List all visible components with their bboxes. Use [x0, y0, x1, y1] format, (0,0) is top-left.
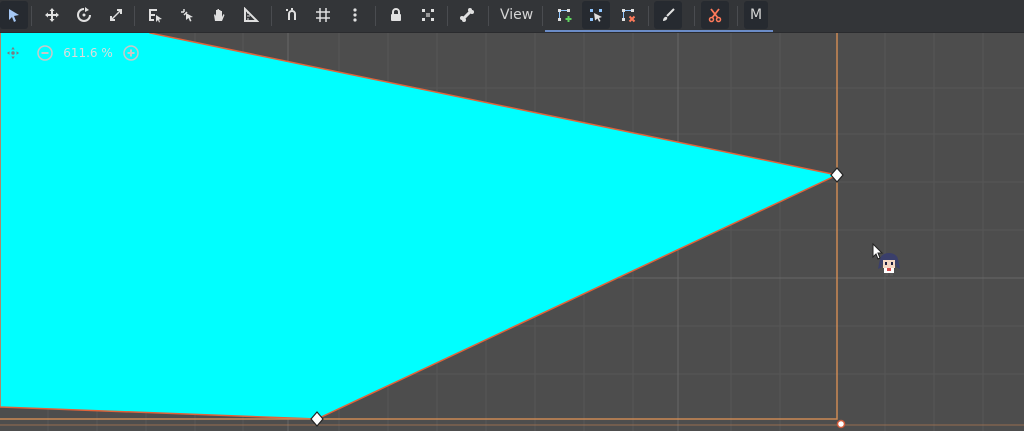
zoom-in-icon: [123, 45, 139, 61]
move-icon: [45, 8, 59, 22]
m-button[interactable]: M: [744, 1, 769, 29]
zoom-level-label[interactable]: 611.6 %: [54, 46, 122, 60]
toolbar-separator: [134, 6, 135, 26]
zoom-out-button[interactable]: [36, 44, 54, 62]
delete-point-icon: [622, 9, 636, 23]
edit-point-icon: [590, 9, 602, 22]
toolbar-separator: [542, 6, 543, 26]
snap-icon: [286, 8, 296, 20]
delete-points-button[interactable]: [614, 1, 642, 29]
cut-button[interactable]: [701, 1, 729, 29]
paint-button[interactable]: [654, 1, 682, 29]
grid-snap-button[interactable]: [309, 1, 337, 29]
editor-toolbar: View M: [0, 0, 1024, 33]
hand-icon: [214, 9, 225, 21]
pan-mode-button[interactable]: [205, 1, 233, 29]
toolbar-separator: [31, 6, 32, 26]
toolbar-accent-underline: [545, 30, 773, 32]
scissors-icon: [708, 8, 722, 23]
toolbar-separator: [648, 6, 649, 26]
group-icon: [422, 9, 434, 21]
toolbar-separator: [375, 6, 376, 26]
canvas-viewport[interactable]: [0, 33, 1024, 431]
center-view-icon: [6, 46, 20, 60]
list-select-button[interactable]: [141, 1, 169, 29]
canvas-drawing[interactable]: [0, 33, 1024, 431]
add-point-icon: [558, 9, 572, 22]
edit-points-button[interactable]: [582, 1, 610, 29]
snap-options-button[interactable]: [341, 1, 369, 29]
scale-mode-button[interactable]: [102, 1, 130, 29]
skeleton-button[interactable]: [453, 1, 481, 29]
more-vertical-icon: [353, 8, 357, 22]
toolbar-separator: [447, 6, 448, 26]
lock-button[interactable]: [382, 1, 410, 29]
center-view-button[interactable]: [4, 44, 22, 62]
collision-polygon[interactable]: [0, 33, 840, 420]
toolbar-separator: [488, 6, 489, 26]
brush-icon: [663, 8, 675, 21]
pivot-icon: [181, 9, 193, 22]
select-mode-button[interactable]: [0, 1, 28, 29]
zoom-out-icon: [37, 45, 53, 61]
group-button[interactable]: [414, 1, 442, 29]
rotate-mode-button[interactable]: [70, 1, 98, 29]
grid-icon: [316, 8, 330, 22]
bounds-corner-handle[interactable]: [836, 419, 846, 429]
character-sprite-icon[interactable]: [876, 251, 902, 277]
zoom-widget: 611.6 %: [4, 44, 140, 62]
lock-icon: [391, 8, 401, 21]
zoom-in-button[interactable]: [122, 44, 140, 62]
move-mode-button[interactable]: [38, 1, 66, 29]
select-arrow-icon: [9, 9, 19, 22]
toolbar-separator: [694, 6, 695, 26]
smart-snap-button[interactable]: [278, 1, 306, 29]
list-select-icon: [149, 9, 162, 23]
rotate-icon: [77, 7, 91, 22]
pivot-mode-button[interactable]: [173, 1, 201, 29]
ruler-icon: [244, 7, 259, 22]
toolbar-separator: [737, 6, 738, 26]
view-menu-button[interactable]: View: [494, 1, 539, 29]
ruler-mode-button[interactable]: [237, 1, 265, 29]
bone-icon: [460, 8, 474, 22]
scale-icon: [110, 9, 122, 21]
toolbar-separator: [271, 6, 272, 26]
create-points-button[interactable]: [550, 1, 578, 29]
polygon-vertex-right[interactable]: [830, 167, 844, 183]
